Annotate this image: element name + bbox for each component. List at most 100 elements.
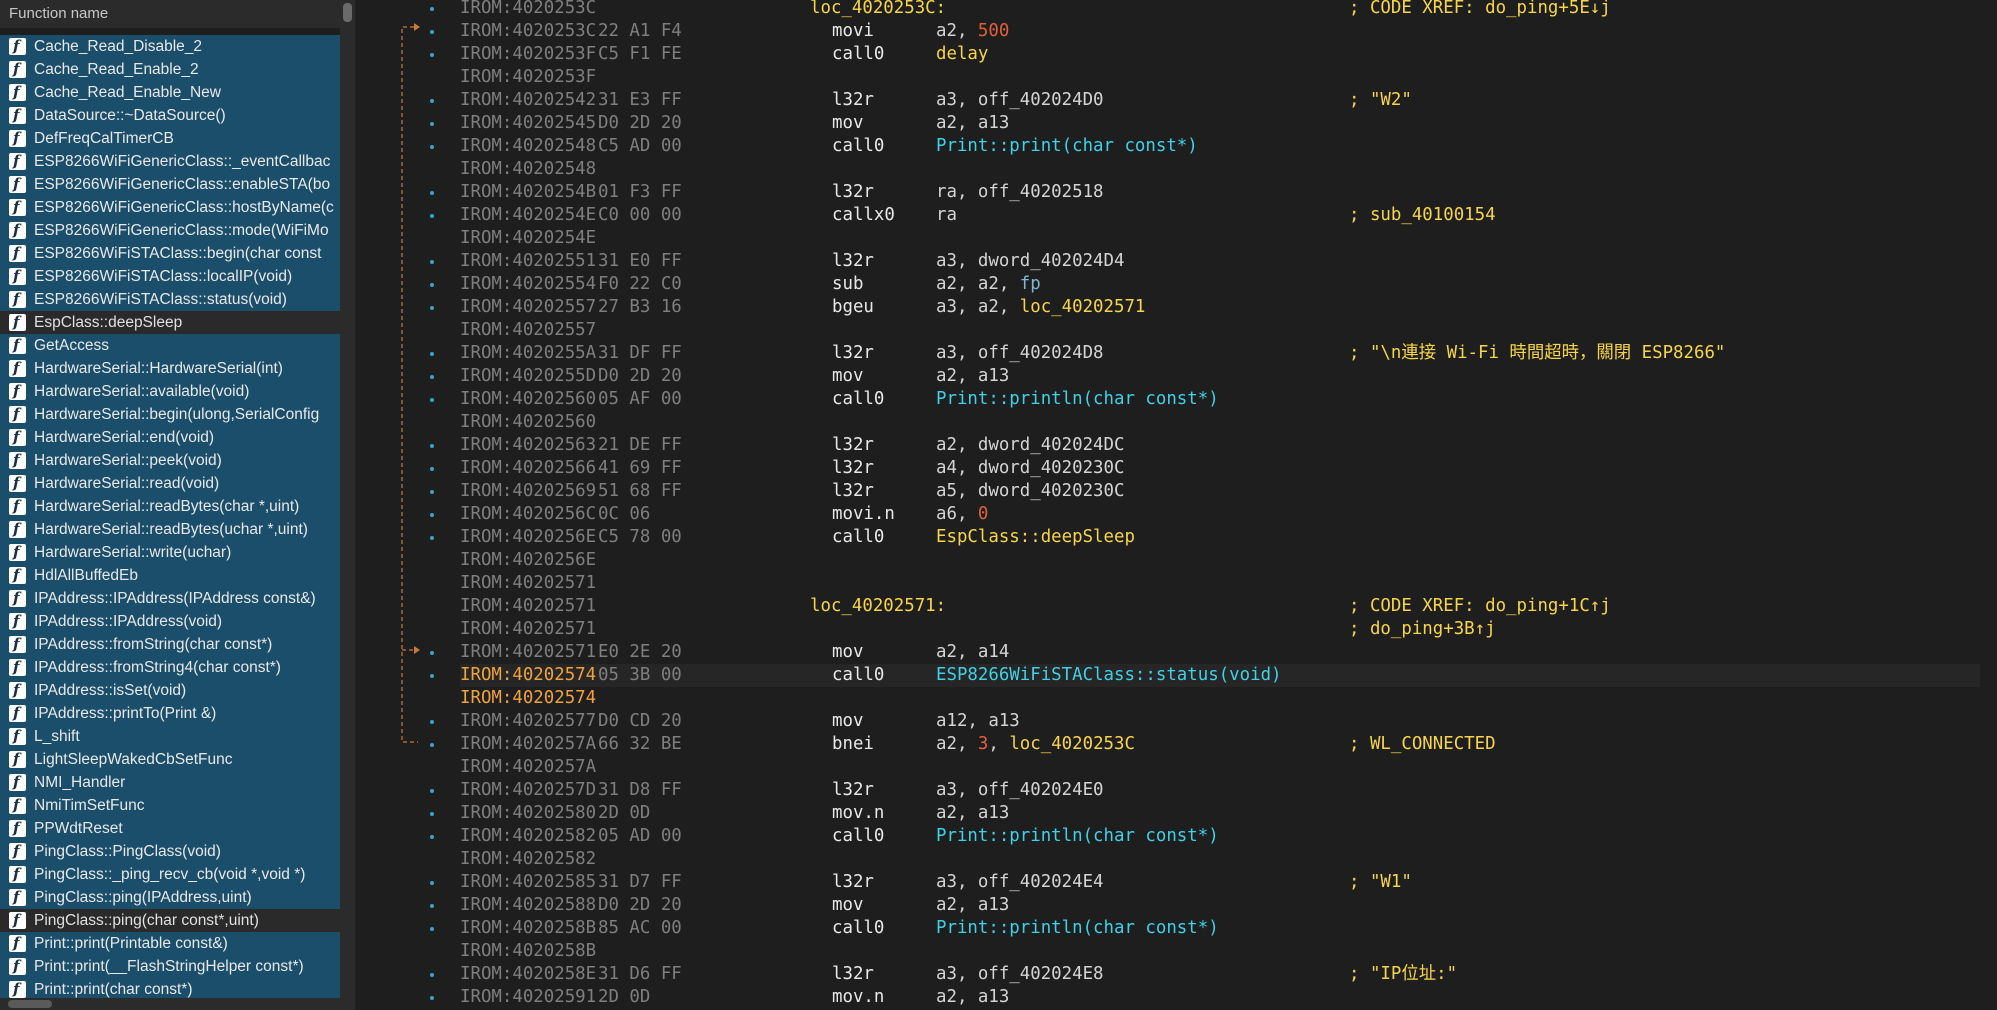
code-line[interactable]: IROM:4020258B [460,940,1980,963]
function-list-item[interactable]: L_shift [0,725,340,748]
code-line[interactable]: IROM:4020254E [460,227,1980,250]
code-line[interactable]: IROM:40202566 41 69 FF l32r a4, dword_40202… [460,457,1980,480]
function-list-item[interactable]: PingClass::PingClass(void) [0,840,340,863]
code-line[interactable]: IROM:40202560 [460,411,1980,434]
function-list-item[interactable]: IPAddress::IPAddress(IPAddress const&) [0,587,340,610]
function-list-item[interactable]: ESP8266WiFiSTAClass::begin(char const [0,242,340,265]
code-line[interactable]: IROM:4020257A 66 32 BE bnei a2, 3, loc_4020… [460,733,1980,756]
operand-symbol[interactable]: EspClass::deepSleep [936,527,1135,547]
function-list-item[interactable]: IPAddress::isSet(void) [0,679,340,702]
function-list-item[interactable]: DefFreqCalTimerCB [0,127,340,150]
function-list-item[interactable]: NMI_Handler [0,771,340,794]
code-line[interactable]: IROM:40202542 31 E3 FF l32r a3, off_402024D… [460,89,1980,112]
code-line[interactable]: IROM:4020254E C0 00 00 callx0 ra; sub_40100… [460,204,1980,227]
function-list-scrollbar[interactable] [340,0,355,1010]
function-list-item[interactable]: ESP8266WiFiGenericClass::mode(WiFiMo [0,219,340,242]
code-line[interactable]: IROM:40202571 E0 2E 20 mov a2, a14 [460,641,1980,664]
operand-symbol[interactable]: delay [936,44,988,64]
function-list-item[interactable]: GetAccess [0,334,340,357]
code-line[interactable]: IROM:40202582 05 AD 00 call0 Print::println… [460,825,1980,848]
code-line[interactable]: IROM:40202548 C5 AD 00 call0 Print::print(c… [460,135,1980,158]
code-line[interactable]: IROM:4020253C loc_4020253C: ; CODE XREF: d… [460,0,1980,20]
code-line[interactable]: IROM:4020258B 85 AC 00 call0 Print::println… [460,917,1980,940]
function-list-item[interactable]: PingClass::ping(IPAddress,uint) [0,886,340,909]
code-line[interactable]: IROM:4020256C 0C 06 movi.n a6, 0 [460,503,1980,526]
code-line[interactable]: IROM:4020255A 31 DF FF l32r a3, off_402024D… [460,342,1980,365]
operand-symbol[interactable]: Print::println(char const*) [936,389,1219,409]
code-line[interactable]: IROM:40202569 51 68 FF l32r a5, dword_40202… [460,480,1980,503]
function-list-item[interactable]: HardwareSerial::peek(void) [0,449,340,472]
code-line[interactable]: IROM:40202571 loc_40202571: ; CODE XREF: d… [460,595,1980,618]
function-list-item[interactable]: ESP8266WiFiGenericClass::hostByName(c [0,196,340,219]
function-list-item[interactable]: Cache_Read_Enable_2 [0,58,340,81]
function-list-item[interactable]: PingClass::ping(char const*,uint) [0,909,340,932]
function-list-item[interactable]: HardwareSerial::readBytes(char *,uint) [0,495,340,518]
code-line[interactable]: IROM:4020257D 31 D8 FF l32r a3, off_402024E… [460,779,1980,802]
function-list-item[interactable]: HardwareSerial::available(void) [0,380,340,403]
function-list-item[interactable]: HardwareSerial::readBytes(uchar *,uint) [0,518,340,541]
code-line[interactable]: IROM:40202585 31 D7 FF l32r a3, off_402024E… [460,871,1980,894]
scrollbar-thumb[interactable] [343,3,352,22]
code-line[interactable]: IROM:4020257A [460,756,1980,779]
function-list-item[interactable]: IPAddress::fromString4(char const*) [0,656,340,679]
code-line[interactable]: IROM:40202591 2D 0D mov.n a2, a13 [460,986,1980,1009]
code-line[interactable]: IROM:40202560 05 AF 00 call0 Print::println… [460,388,1980,411]
code-line[interactable]: IROM:4020253F C5 F1 FE call0 delay [460,43,1980,66]
code-line[interactable]: IROM:40202557 27 B3 16 bgeu a3, a2, loc_402… [460,296,1980,319]
code-line[interactable]: IROM:40202588 D0 2D 20 mov a2, a13 [460,894,1980,917]
code-line[interactable]: IROM:40202545 D0 2D 20 mov a2, a13 [460,112,1980,135]
code-line[interactable]: IROM:40202554 F0 22 C0 sub a2, a2, fp [460,273,1980,296]
function-list-item[interactable]: ESP8266WiFiGenericClass::_eventCallbac [0,150,340,173]
function-list-item[interactable]: HardwareSerial::write(uchar) [0,541,340,564]
function-list-item[interactable]: HardwareSerial::end(void) [0,426,340,449]
code-line[interactable]: IROM:4020256E C5 78 00 call0 EspClass::deep… [460,526,1980,549]
function-list-item[interactable]: HdlAllBuffedEb [0,564,340,587]
function-list-item[interactable]: ESP8266WiFiSTAClass::localIP(void) [0,265,340,288]
code-line[interactable]: IROM:40202577 D0 CD 20 mov a12, a13 [460,710,1980,733]
operand-symbol[interactable]: Print::print(char const*) [936,136,1198,156]
code-line[interactable]: IROM:40202582 [460,848,1980,871]
hscrollbar-thumb[interactable] [8,1000,52,1008]
code-line[interactable]: IROM:40202574 [460,687,1980,710]
code-line[interactable]: IROM:4020258E 31 D6 FF l32r a3, off_402024E… [460,963,1980,986]
function-list-item[interactable]: NmiTimSetFunc [0,794,340,817]
operand-symbol[interactable]: loc_40202571 [1020,297,1146,317]
function-list-item[interactable]: HardwareSerial::read(void) [0,472,340,495]
function-list-item[interactable]: EspClass::deepSleep [0,311,340,334]
function-list-item[interactable]: PPWdtReset [0,817,340,840]
disassembly-view[interactable]: IROM:4020253C loc_4020253C: ; CODE XREF: d… [362,0,1997,1010]
code-line[interactable]: IROM:4020256E [460,549,1980,572]
function-list-header[interactable]: Function name [0,0,340,28]
function-list-item[interactable]: DataSource::~DataSource() [0,104,340,127]
function-list-item[interactable]: ESP8266WiFiSTAClass::status(void) [0,288,340,311]
function-list-item[interactable]: Print::print(__FlashStringHelper const*) [0,955,340,978]
code-line[interactable]: IROM:40202557 [460,319,1980,342]
function-list-item[interactable]: PingClass::_ping_recv_cb(void *,void *) [0,863,340,886]
function-list-item[interactable]: Cache_Read_Enable_New [0,81,340,104]
operand-symbol[interactable]: Print::println(char const*) [936,918,1219,938]
code-line[interactable]: IROM:40202571 ; do_ping+3B↑j [460,618,1980,641]
operand-symbol[interactable]: ESP8266WiFiSTAClass::status(void) [936,665,1282,685]
code-line[interactable]: IROM:40202548 [460,158,1980,181]
code-line[interactable]: IROM:4020254B 01 F3 FF l32r ra, off_4020251… [460,181,1980,204]
function-list-item[interactable]: HardwareSerial::begin(ulong,SerialConfig [0,403,340,426]
function-list-item[interactable]: ESP8266WiFiGenericClass::enableSTA(bo [0,173,340,196]
function-list-item[interactable]: IPAddress::printTo(Print &) [0,702,340,725]
code-line[interactable]: IROM:4020253F [460,66,1980,89]
function-list-item[interactable]: LightSleepWakedCbSetFunc [0,748,340,771]
code-line[interactable]: IROM:40202574 05 3B 00 call0 ESP8266WiFiSTA… [460,664,1980,687]
code-line[interactable]: IROM:40202580 2D 0D mov.n a2, a13 [460,802,1980,825]
function-list-item[interactable]: Cache_Read_Disable_2 [0,35,340,58]
function-list-item[interactable]: Print::print(Printable const&) [0,932,340,955]
operand-symbol[interactable]: Print::println(char const*) [936,826,1219,846]
code-label[interactable]: loc_40202571: [810,595,946,618]
code-line[interactable]: IROM:40202571 [460,572,1980,595]
function-list-item[interactable]: IPAddress::IPAddress(void) [0,610,340,633]
function-list-hscrollbar[interactable] [0,998,340,1010]
code-line[interactable]: IROM:4020255D D0 2D 20 mov a2, a13 [460,365,1980,388]
code-line[interactable]: IROM:40202563 21 DE FF l32r a2, dword_40202… [460,434,1980,457]
code-label[interactable]: loc_4020253C: [810,0,946,20]
code-line[interactable]: IROM:4020253C 22 A1 F4 movi a2, 500 [460,20,1980,43]
code-line[interactable]: IROM:40202551 31 E0 FF l32r a3, dword_40202… [460,250,1980,273]
function-list-item[interactable]: IPAddress::fromString(char const*) [0,633,340,656]
